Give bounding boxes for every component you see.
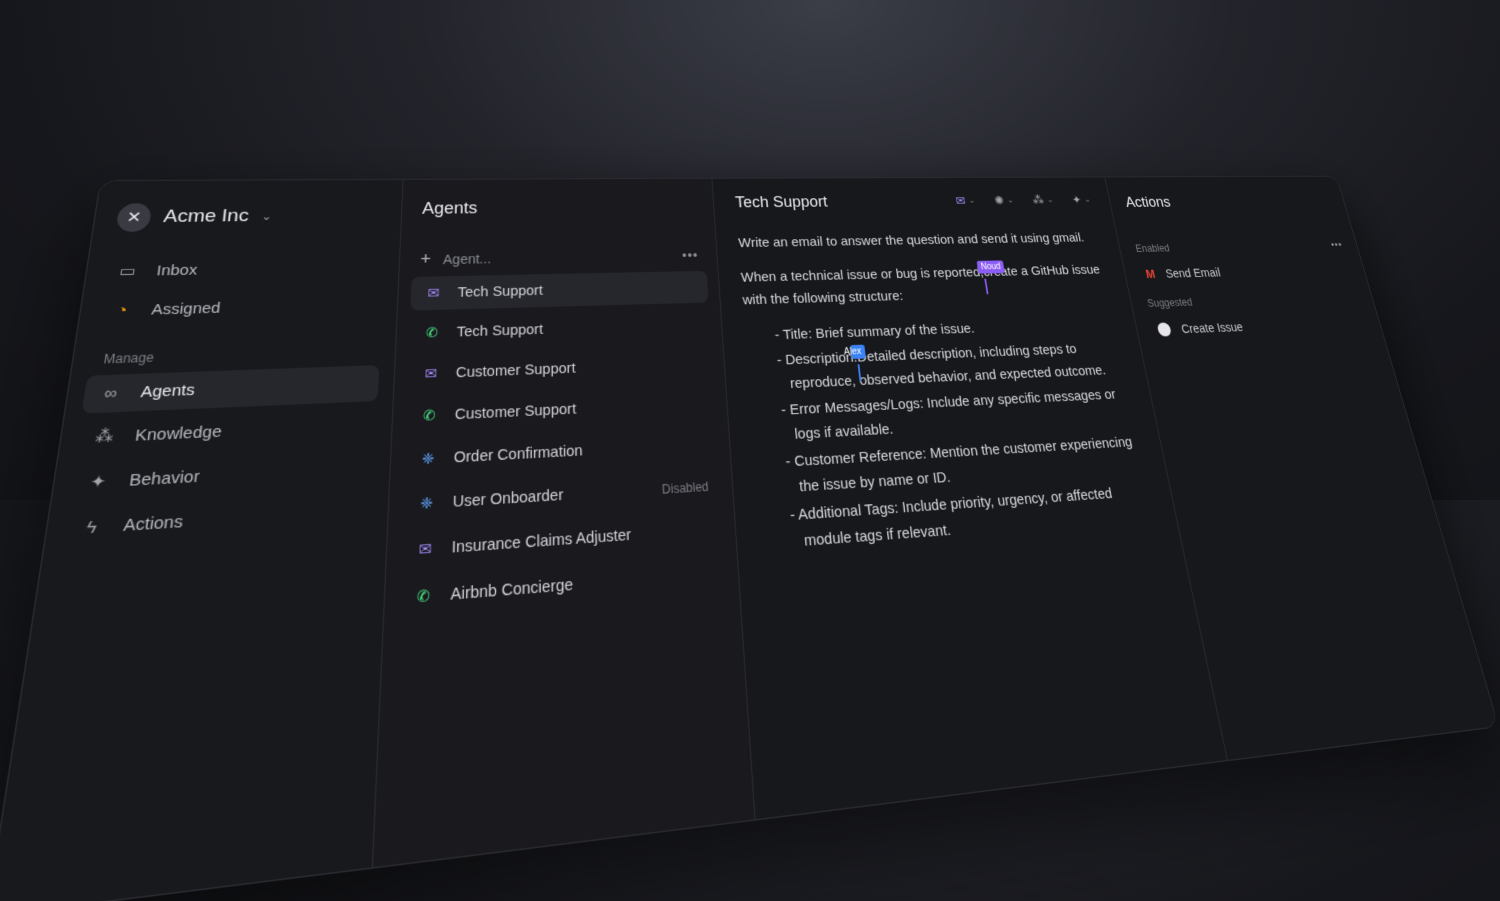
app-window: ✕ Acme Inc ⌄ ▭ Inbox ◔ Assigned Manage ∞…: [0, 175, 1500, 901]
mail-icon: ✉: [424, 364, 438, 382]
knowledge-selector[interactable]: ⁂ ⌄: [1032, 193, 1055, 207]
assigned-icon: ◔: [115, 301, 129, 320]
agent-item-label: Airbnb Concierge: [450, 575, 574, 604]
mail-icon: ✉: [418, 539, 432, 559]
webhook-icon: ❈: [419, 493, 434, 513]
sidebar-item-label: Assigned: [150, 299, 222, 319]
phone-icon: ✆: [422, 406, 436, 424]
agent-item-customer-support-email[interactable]: ✉ Customer Support: [407, 346, 714, 392]
inbox-icon: ▭: [118, 262, 137, 281]
mail-icon: ✉: [954, 193, 967, 208]
agent-item-label: Order Confirmation: [453, 442, 583, 467]
agent-item-label: Customer Support: [454, 400, 577, 423]
more-icon[interactable]: •••: [682, 247, 699, 262]
sparkle-icon: ✦: [1070, 193, 1083, 206]
mail-icon: ✉: [427, 284, 440, 301]
agent-item-tech-support-phone[interactable]: ✆ Tech Support: [409, 308, 712, 351]
prompt-paragraph: When a technical issue or bug is reporte…: [740, 259, 1111, 311]
stage: ✕ Acme Inc ⌄ ▭ Inbox ◔ Assigned Manage ∞…: [0, 0, 1500, 901]
chevron-down-icon: ⌄: [1083, 195, 1092, 205]
plus-icon[interactable]: +: [420, 249, 431, 269]
prompt-bullet-text: Detailed description, including steps to…: [789, 341, 1108, 392]
webhook-icon: ❈: [421, 449, 435, 468]
sidebar-item-label: Agents: [139, 381, 196, 402]
editor-header: Tech Support ✉ ⌄ ✺ ⌄ ⁂ ⌄ ✦ ⌄: [735, 192, 1097, 233]
actions-icon: ϟ: [85, 517, 98, 538]
knowledge-icon: ⁂: [94, 427, 115, 448]
add-agent-input[interactable]: Agent...: [443, 251, 491, 267]
collaborator-name-tag: Alex: [843, 344, 866, 359]
org-logo-icon: ✕: [115, 203, 153, 233]
sidebar: ✕ Acme Inc ⌄ ▭ Inbox ◔ Assigned Manage ∞…: [0, 179, 404, 901]
editor-toolbar: ✉ ⌄ ✺ ⌄ ⁂ ⌄ ✦ ⌄: [955, 193, 1092, 208]
agents-title: Agents: [421, 198, 478, 218]
section-label-enabled: Enabled •••: [1132, 229, 1346, 263]
knowledge-icon: ⁂: [1031, 193, 1045, 207]
openai-icon: ✺: [993, 193, 1005, 207]
agent-item-tech-support-email[interactable]: ✉ Tech Support: [410, 270, 709, 311]
github-icon: [1156, 322, 1173, 337]
sidebar-item-label: Knowledge: [134, 422, 223, 445]
chevron-down-icon: ⌄: [1006, 196, 1015, 205]
agent-item-label: Insurance Claims Adjuster: [451, 526, 632, 557]
action-label: Send Email: [1164, 265, 1222, 281]
editor-title: Tech Support: [734, 193, 829, 211]
suggested-label: Suggested: [1146, 296, 1194, 310]
agent-item-label: Tech Support: [456, 321, 544, 340]
prompt-text[interactable]: Write an email to answer the question an…: [738, 227, 1158, 557]
collaborator-name-tag: Noud: [976, 260, 1005, 274]
chevron-down-icon: ⌄: [1046, 195, 1055, 205]
chevron-down-icon: ⌄: [260, 209, 273, 223]
sidebar-item-inbox[interactable]: ▭ Inbox: [100, 249, 385, 289]
agents-panel: Agents + Agent... ••• ✉ Tech Support ✆ T…: [372, 178, 756, 868]
org-name: Acme Inc: [162, 206, 250, 227]
model-selector[interactable]: ✺ ⌄: [993, 194, 1015, 208]
phone-icon: ✆: [425, 324, 439, 341]
chevron-down-icon: ⌄: [967, 196, 977, 206]
agents-icon: ∞: [102, 384, 119, 403]
agent-item-label: Customer Support: [455, 360, 576, 381]
enabled-label: Enabled: [1134, 242, 1171, 255]
behavior-selector[interactable]: ✦ ⌄: [1071, 193, 1092, 207]
actions-title: Actions: [1124, 194, 1172, 211]
status-badge: Disabled: [661, 478, 709, 497]
org-switcher[interactable]: ✕ Acme Inc ⌄: [105, 196, 387, 254]
agent-item-label: User Onboarder: [452, 486, 564, 511]
sidebar-item-label: Behavior: [128, 466, 201, 490]
sidebar-item-label: Inbox: [155, 261, 199, 279]
agent-item-label: Tech Support: [457, 283, 543, 301]
more-icon[interactable]: •••: [1330, 239, 1344, 250]
sidebar-item-label: Actions: [122, 512, 185, 536]
sidebar-item-assigned[interactable]: ◔ Assigned: [94, 287, 383, 329]
action-label: Create Issue: [1179, 320, 1245, 336]
gmail-icon: M: [1144, 267, 1157, 281]
phone-icon: ✆: [416, 586, 431, 606]
prompt-line: When a technical issue or bug is reporte…: [740, 265, 985, 286]
behavior-icon: ✦: [88, 472, 107, 493]
channel-selector[interactable]: ✉ ⌄: [955, 194, 977, 208]
prompt-line: Write an email to answer the question an…: [737, 230, 1086, 251]
